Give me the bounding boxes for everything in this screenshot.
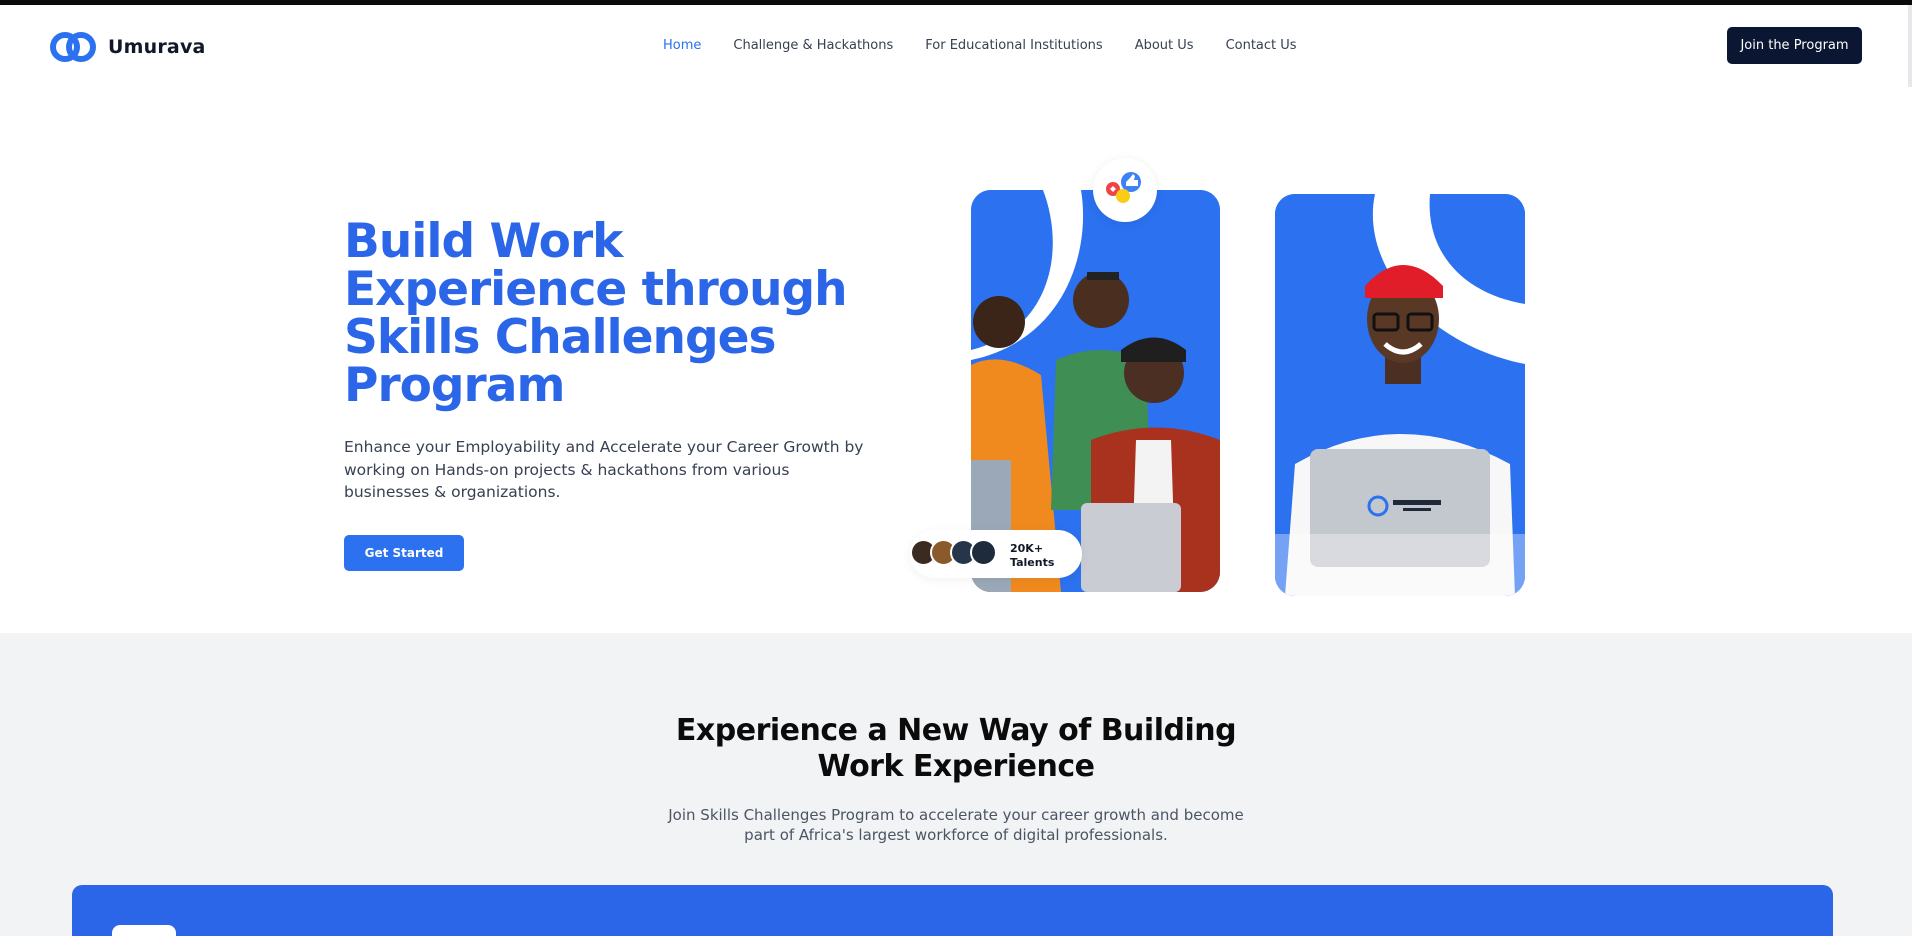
section-title-line: Work Experience xyxy=(817,749,1095,784)
hero-title-line: Build Work xyxy=(344,214,623,269)
hero-title: Build Work Experience through Skills Cha… xyxy=(344,218,864,410)
nav-home[interactable]: Home xyxy=(663,38,701,53)
talents-count: 20K+ xyxy=(1010,542,1044,555)
talents-text: Talents xyxy=(1010,556,1055,569)
nav-contact-us[interactable]: Contact Us xyxy=(1226,38,1297,53)
section-subtitle-line: Join Skills Challenges Program to accele… xyxy=(668,806,1244,824)
brand-name: Umurava xyxy=(108,36,206,58)
section-subtitle-line: part of Africa's largest workforce of di… xyxy=(744,826,1168,844)
hero-subtitle: Enhance your Employability and Accelerat… xyxy=(344,438,864,501)
reaction-badge xyxy=(1093,158,1157,222)
nav-about-us[interactable]: About Us xyxy=(1135,38,1194,53)
hero-title-line: Skills Challenges xyxy=(344,310,776,365)
main-nav: Home Challenge & Hackathons For Educatio… xyxy=(663,38,1297,53)
section-subtitle: Join Skills Challenges Program to accele… xyxy=(0,805,1912,845)
hero-title-line: Program xyxy=(344,358,565,413)
reaction-icons xyxy=(1106,172,1141,203)
talents-badge: 20K+ Talents xyxy=(910,530,1082,578)
get-started-button[interactable]: Get Started xyxy=(344,535,464,571)
talents-label: 20K+ Talents xyxy=(1010,542,1054,570)
section-title-line: Experience a New Way of Building xyxy=(675,713,1237,748)
avatar xyxy=(970,539,997,566)
hero-title-line: Experience through xyxy=(344,262,848,317)
site-header: Umurava Home Challenge & Hackathons For … xyxy=(0,5,1912,87)
brand-logo[interactable]: Umurava xyxy=(48,29,206,65)
hero-section: Build Work Experience through Skills Cha… xyxy=(0,87,1912,633)
section-title: Experience a New Way of Building Work Ex… xyxy=(0,713,1912,785)
feature-panel xyxy=(72,885,1833,936)
join-program-button[interactable]: Join the Program xyxy=(1727,27,1862,64)
nav-educational-institutions[interactable]: For Educational Institutions xyxy=(925,38,1102,53)
hero-image-single xyxy=(1275,194,1525,596)
experience-section: Experience a New Way of Building Work Ex… xyxy=(0,633,1912,936)
umurava-logo-icon xyxy=(50,32,96,62)
single-person-illustration xyxy=(1275,194,1525,596)
feature-icon-box xyxy=(112,925,176,936)
nav-challenges-hackathons[interactable]: Challenge & Hackathons xyxy=(733,38,893,53)
